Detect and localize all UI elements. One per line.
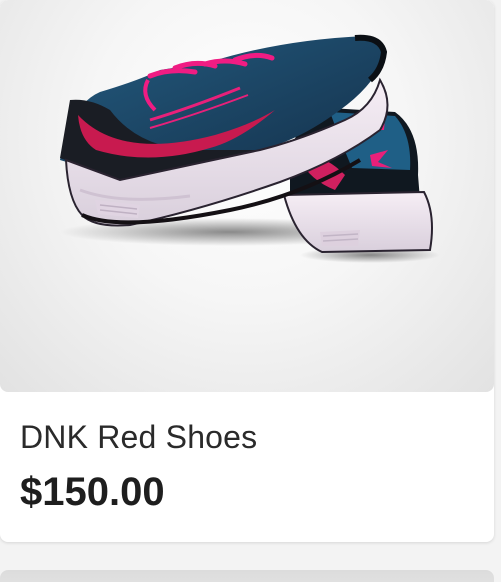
product-title[interactable]: DNK Red Shoes <box>20 419 257 456</box>
product-list: DNK Red Shoes $150.00 <box>0 0 501 582</box>
next-product-card[interactable] <box>0 570 494 582</box>
product-image[interactable] <box>0 0 494 392</box>
next-product-image[interactable] <box>0 570 494 582</box>
running-shoes-image <box>60 34 440 263</box>
product-price: $150.00 <box>20 470 165 514</box>
product-card[interactable]: DNK Red Shoes $150.00 <box>0 0 494 542</box>
